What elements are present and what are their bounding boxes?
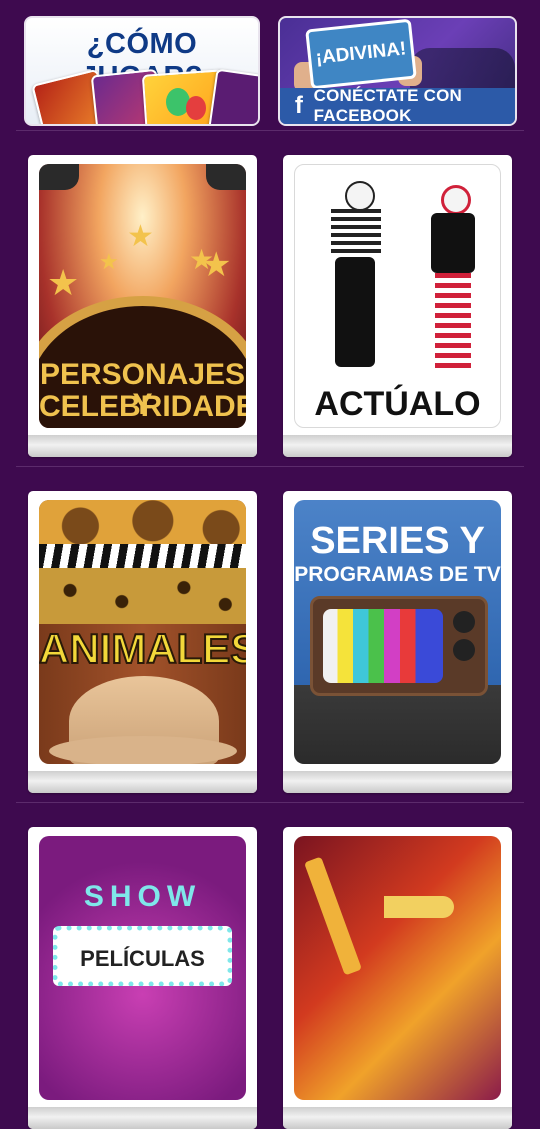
- card-stand: [28, 1107, 257, 1129]
- card-stand: [283, 1107, 512, 1129]
- show-marquee: SHOW: [83, 880, 202, 913]
- celebrities-artwork: ★ ★ ★ ★ ★ PERSONAJES Y CELEBRIDADES: [39, 164, 246, 428]
- peliculas-sign: PELÍCULAS: [80, 946, 205, 971]
- leopard-pattern: [39, 568, 246, 624]
- category-card-music[interactable]: [283, 827, 512, 1129]
- divider: [16, 466, 524, 467]
- how-to-play-banner[interactable]: ¿CÓMO JUGAR?: [24, 16, 260, 126]
- facebook-icon: f: [294, 92, 303, 119]
- star-icon: ★: [99, 250, 119, 275]
- category-label: ANIMALES: [39, 625, 246, 672]
- deco-card: [207, 68, 258, 124]
- card-stand: [28, 435, 257, 457]
- facebook-connect-bar[interactable]: f CONÉCTATE CON FACEBOOK: [280, 86, 515, 125]
- animales-artwork: ANIMALES: [39, 500, 246, 764]
- zebra-pattern: [39, 544, 246, 570]
- category-title: SERIES Y: [310, 520, 485, 562]
- star-icon: ★: [127, 219, 154, 254]
- card-stand: [283, 435, 512, 457]
- tv-screen: [323, 609, 443, 683]
- tv-knob: [453, 639, 475, 661]
- tv-knob: [453, 611, 475, 633]
- facebook-connect-banner[interactable]: ¡ADIVINA! f CONÉCTATE CON FACEBOOK: [278, 16, 517, 126]
- spotlight-icon: [206, 164, 246, 190]
- peliculas-artwork: SHOW PELÍCULAS: [39, 836, 246, 1100]
- card-stand: [283, 771, 512, 793]
- mime-left: [317, 181, 397, 381]
- card-stand: [28, 771, 257, 793]
- adivina-card: ¡ADIVINA!: [305, 18, 417, 90]
- category-card-animales[interactable]: ANIMALES: [28, 491, 257, 793]
- safari-hat-brim: [49, 736, 237, 764]
- category-label-line2: CELEBRIDADES: [39, 390, 246, 423]
- guitar-icon: [304, 856, 362, 976]
- divider: [16, 130, 524, 131]
- series-tv-artwork: SERIES Y PROGRAMAS DE TV: [294, 500, 501, 764]
- category-label: ACTÚALO: [314, 385, 481, 423]
- star-icon: ★: [201, 245, 232, 285]
- balloon-icon: [186, 96, 206, 120]
- category-subtitle: PROGRAMAS DE TV: [294, 563, 501, 586]
- category-card-actualo[interactable]: ACTÚALO: [283, 155, 512, 457]
- facebook-connect-label: CONÉCTATE CON FACEBOOK: [313, 86, 462, 125]
- actualo-artwork: ACTÚALO: [294, 164, 501, 428]
- category-card-celebrities[interactable]: ★ ★ ★ ★ ★ PERSONAJES Y CELEBRIDADES: [28, 155, 257, 457]
- trumpet-icon: [384, 896, 454, 918]
- music-artwork: [294, 836, 501, 1100]
- mime-right: [413, 185, 493, 385]
- category-card-peliculas[interactable]: SHOW PELÍCULAS: [28, 827, 257, 1129]
- tv-icon: [310, 596, 488, 696]
- divider: [16, 802, 524, 803]
- category-card-series-tv[interactable]: SERIES Y PROGRAMAS DE TV: [283, 491, 512, 793]
- spotlight-icon: [39, 164, 79, 190]
- star-icon: ★: [47, 263, 80, 304]
